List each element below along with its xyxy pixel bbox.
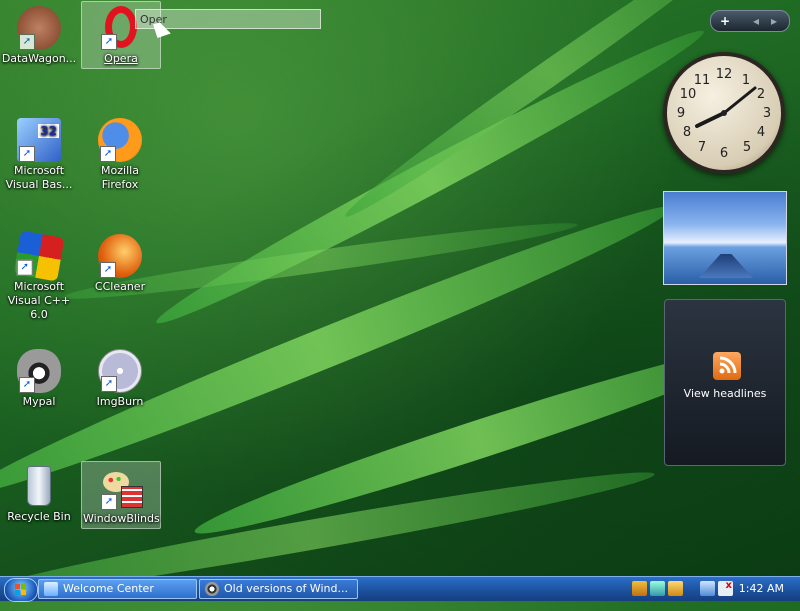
raccoon-icon: [205, 582, 219, 596]
clock-number: 8: [683, 125, 691, 140]
clock-number: 7: [698, 140, 706, 155]
clock-number: 3: [763, 106, 771, 121]
add-gadget-button[interactable]: +: [720, 11, 730, 31]
desktop-icon-mypal[interactable]: ➚ Mypal: [0, 345, 78, 409]
ccleaner-icon: ➚: [98, 234, 142, 278]
tray-app-icon[interactable]: [632, 581, 647, 596]
firefox-icon: ➚: [98, 118, 142, 162]
feed-headlines-gadget[interactable]: View headlines: [664, 299, 786, 466]
windows-logo-icon: [15, 584, 26, 595]
desktop-icon-label: DataWagon...: [1, 52, 77, 65]
desktop-icon-datawagon[interactable]: ➚ DataWagon...: [0, 2, 78, 66]
view-headlines-label: View headlines: [683, 387, 767, 400]
prev-button[interactable]: ◂: [753, 11, 759, 31]
hour-hand: [695, 111, 726, 128]
clock-number: 2: [757, 87, 765, 102]
visual-cpp-icon: ➚: [13, 230, 65, 282]
shortcut-arrow-icon: ➚: [100, 146, 116, 162]
clock-number: 10: [680, 87, 697, 102]
start-button[interactable]: [4, 578, 38, 602]
desktop-icon-label: Mypal: [22, 395, 56, 408]
clock-number: 6: [720, 146, 728, 161]
calendar-badge-icon: 32: [38, 124, 59, 138]
tray-monitor-icon[interactable]: [700, 581, 715, 596]
shortcut-arrow-icon: ➚: [101, 494, 117, 510]
desktop-icon-ccleaner[interactable]: ➚ CCleaner: [81, 230, 159, 294]
desktop-icon-imgburn[interactable]: ➚ ImgBurn: [81, 345, 159, 409]
desktop-icon-label: Mozilla Firefox: [101, 164, 139, 191]
sidebar-controls: + ◂ ▸: [710, 10, 790, 32]
window-icon: [44, 582, 58, 596]
visual-basic-icon: 32 ➚: [17, 118, 61, 162]
clock-number: 11: [694, 73, 711, 88]
desktop-icon-label: CCleaner: [94, 280, 146, 293]
rss-icon: [713, 352, 741, 380]
desktop-icon-windowblinds[interactable]: ➚ WindowBlinds: [81, 461, 161, 529]
shortcut-arrow-icon: ➚: [16, 259, 33, 276]
desktop-icon-visual-cpp[interactable]: ➚ Microsoft Visual C++ 6.0: [0, 230, 78, 322]
shortcut-arrow-icon: ➚: [19, 146, 35, 162]
shortcut-arrow-icon: ➚: [19, 34, 35, 50]
clock-number: 5: [743, 140, 751, 155]
clock-number: 12: [716, 67, 733, 82]
tray-network-icon[interactable]: [650, 581, 665, 596]
notification-area: x 1:42 AM: [628, 579, 798, 599]
desktop-icon-visual-basic[interactable]: 32 ➚ Microsoft Visual Bas...: [0, 114, 78, 192]
desktop-icon-label: WindowBlinds: [83, 512, 160, 525]
minute-hand: [722, 86, 757, 115]
next-button[interactable]: ▸: [771, 11, 777, 31]
desktop-icon-recycle-bin[interactable]: Recycle Bin: [0, 460, 78, 524]
shortcut-arrow-icon: ➚: [101, 376, 117, 392]
shortcut-arrow-icon: ➚: [100, 262, 116, 278]
taskbar-clock[interactable]: 1:42 AM: [739, 579, 784, 599]
shortcut-arrow-icon: ➚: [19, 377, 35, 393]
palette-icon: ➚: [99, 466, 143, 510]
desktop-icon-label: Recycle Bin: [7, 510, 71, 523]
clock-number: 1: [742, 73, 750, 88]
taskbar-button-welcome-center[interactable]: Welcome Center: [38, 579, 197, 599]
clock-gadget[interactable]: 12 1 2 3 4 5 6 7 8 9 10 11: [663, 52, 785, 174]
taskbar-button-old-versions[interactable]: Old versions of Wind...: [199, 579, 358, 599]
clock-number: 9: [677, 106, 685, 121]
desktop-icon-firefox[interactable]: ➚ Mozilla Firefox: [81, 114, 159, 192]
desktop-icon-label: Microsoft Visual C++ 6.0: [7, 280, 71, 321]
taskbar: Welcome Center Old versions of Wind... x…: [0, 576, 800, 602]
tray-shield-icon[interactable]: [668, 581, 683, 596]
recycle-bin-icon: [17, 464, 61, 508]
slideshow-image: [699, 254, 753, 278]
task-label: Welcome Center: [63, 582, 154, 595]
shortcut-arrow-icon: ➚: [101, 34, 117, 50]
desktop-icon-label: Microsoft Visual Bas...: [5, 164, 73, 191]
disc-icon: ➚: [98, 349, 142, 393]
task-label: Old versions of Wind...: [224, 582, 348, 595]
tray-volume-muted-icon[interactable]: x: [718, 580, 733, 596]
raccoon-icon: ➚: [17, 349, 61, 393]
desktop-icon-label: ImgBurn: [96, 395, 144, 408]
clock-number: 4: [757, 125, 765, 140]
clock-face: 12 1 2 3 4 5 6 7 8 9 10 11: [677, 67, 771, 161]
slideshow-gadget[interactable]: [663, 191, 787, 285]
datawagon-icon: ➚: [17, 6, 61, 50]
desktop-icon-label: Opera: [104, 52, 138, 65]
